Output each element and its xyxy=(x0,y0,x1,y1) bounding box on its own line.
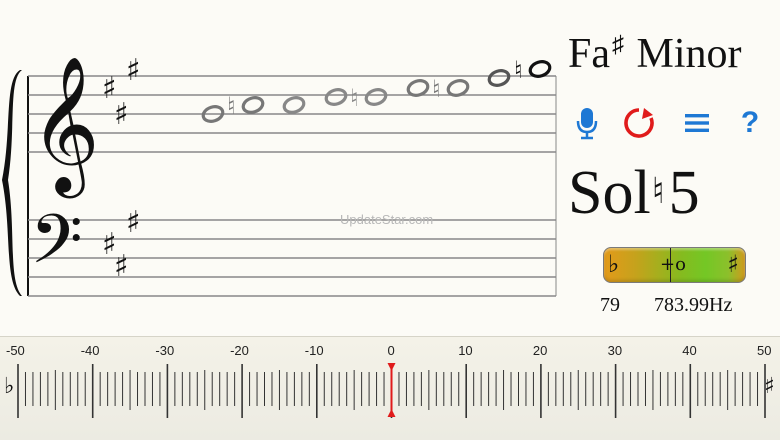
cents-tick-label: 40 xyxy=(682,343,697,358)
key-title: Fa♯ Minor xyxy=(568,30,778,78)
help-button[interactable]: ? xyxy=(733,104,767,142)
cents-tick-label: 20 xyxy=(532,343,548,358)
tuner-indicator: +o xyxy=(660,254,686,275)
help-icon: ? xyxy=(740,106,760,139)
tuner-flat-symbol: ♭ xyxy=(608,250,620,278)
cents-tick-label: 50 xyxy=(757,343,772,358)
current-note-octave: 5 xyxy=(668,159,700,227)
microphone-button[interactable] xyxy=(570,104,604,142)
midi-number: 79 xyxy=(600,294,620,316)
cents-tick-label: 30 xyxy=(607,343,623,358)
ruler-flat-symbol: ♭ xyxy=(4,374,15,399)
treble-key-signature: ♯ ♯ ♯ xyxy=(102,53,141,132)
cents-tick-label: -50 xyxy=(6,343,25,358)
menu-icon xyxy=(685,114,709,132)
cents-tick-label: -30 xyxy=(155,343,175,358)
svg-text:♯: ♯ xyxy=(114,249,129,284)
microphone-icon xyxy=(576,108,598,140)
svg-text:♯: ♯ xyxy=(126,205,141,240)
bass-clef-icon: 𝄢 xyxy=(30,201,83,296)
cents-needle xyxy=(387,363,396,417)
cents-ruler xyxy=(17,363,766,418)
current-note-accidental: ♮ xyxy=(651,171,665,211)
note-accidental: ♮ xyxy=(227,92,236,120)
key-mode: Minor xyxy=(636,31,742,77)
refresh-button[interactable] xyxy=(622,104,656,142)
tuner-bar: ♭ +o ♯ xyxy=(603,247,746,283)
scale-note xyxy=(282,96,306,114)
cents-tick-label: 10 xyxy=(458,343,473,358)
refresh-icon xyxy=(624,108,654,138)
current-note-name: Sol xyxy=(568,159,651,227)
key-note: Fa xyxy=(568,31,610,77)
ruler-sharp-symbol: ♯ xyxy=(764,374,775,399)
grand-staff-brace xyxy=(2,70,22,296)
current-note: Sol♮5 xyxy=(568,156,778,230)
frequency-readout: 783.99Hz xyxy=(654,294,733,316)
cents-tick-label: -40 xyxy=(80,343,100,358)
menu-button[interactable] xyxy=(680,104,714,142)
scale-note xyxy=(324,88,348,106)
cents-tick-label: -20 xyxy=(230,343,249,358)
note-accidental: ♮ xyxy=(350,84,359,112)
svg-text:♯: ♯ xyxy=(126,53,141,88)
note-accidental: ♮ xyxy=(432,75,441,103)
cents-needle-bottom xyxy=(387,409,396,417)
scale-note xyxy=(364,88,388,106)
note-accidental: ♮ xyxy=(514,56,523,84)
scale-note xyxy=(241,96,265,114)
cents-tick-label: -10 xyxy=(304,343,324,358)
cents-needle-top xyxy=(387,363,396,371)
svg-text:♯: ♯ xyxy=(114,97,129,132)
grand-staff: 𝄞 𝄢 ♯ ♯ ♯ ♯ ♯ ♯ ♮ ♮ ♮ ♮ xyxy=(2,53,557,297)
key-accidental: ♯ xyxy=(612,32,624,58)
watermark: UpdateStar.com xyxy=(340,212,434,227)
bass-key-signature: ♯ ♯ ♯ xyxy=(102,205,141,284)
tuner-sharp-symbol: ♯ xyxy=(727,250,739,278)
toolbar: ? xyxy=(570,104,775,144)
treble-clef-icon: 𝄞 xyxy=(30,54,100,198)
scale-note xyxy=(487,69,511,87)
cents-tick-label: 0 xyxy=(387,343,395,358)
